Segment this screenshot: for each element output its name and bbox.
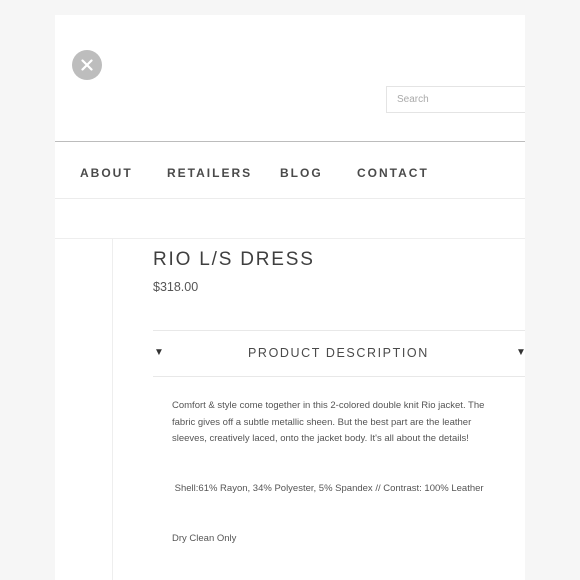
description-paragraph: Comfort & style come together in this 2-… bbox=[172, 400, 485, 444]
nav-item-contact[interactable]: CONTACT bbox=[357, 166, 429, 180]
product-title: RIO L/S DRESS bbox=[153, 249, 315, 270]
materials-paragraph: Shell:61% Rayon, 34% Polyester, 5% Spand… bbox=[172, 483, 484, 494]
triangle-down-icon: ▼ bbox=[154, 347, 164, 358]
close-button[interactable] bbox=[72, 50, 102, 80]
close-icon bbox=[81, 59, 93, 71]
product-description-accordion[interactable]: ▼ PRODUCT DESCRIPTION ▼ bbox=[153, 331, 526, 376]
product-price: $318.00 bbox=[153, 280, 199, 294]
main-nav: ABOUT RETAILERS BLOG CONTACT bbox=[55, 158, 525, 188]
nav-divider bbox=[55, 198, 525, 199]
nav-item-blog[interactable]: BLOG bbox=[280, 166, 323, 180]
search-input[interactable] bbox=[386, 86, 525, 113]
care-instructions: Dry Clean Only bbox=[172, 533, 237, 544]
header-divider bbox=[55, 141, 525, 142]
accordion-bottom-divider bbox=[153, 376, 525, 377]
accordion-label: PRODUCT DESCRIPTION bbox=[248, 346, 429, 360]
triangle-down-icon: ▼ bbox=[516, 347, 526, 358]
nav-item-about[interactable]: ABOUT bbox=[80, 166, 133, 180]
content-column-border bbox=[112, 238, 113, 580]
content-divider bbox=[55, 238, 525, 239]
nav-item-retailers[interactable]: RETAILERS bbox=[167, 166, 252, 180]
